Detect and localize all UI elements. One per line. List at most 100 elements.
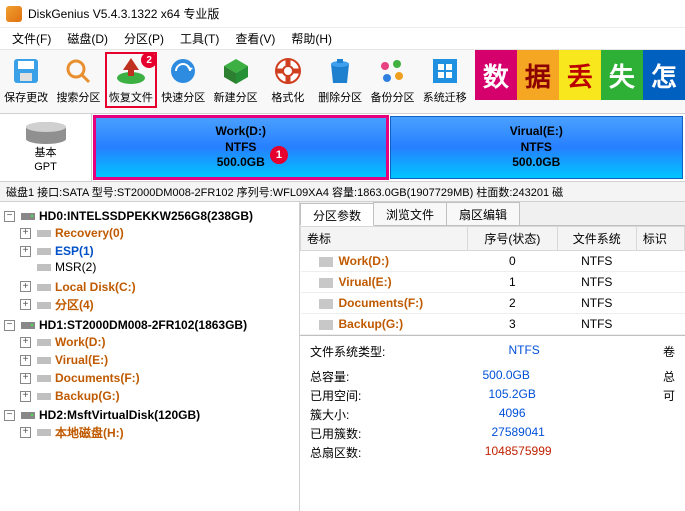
tree-part4[interactable]: +分区(4) <box>20 296 94 313</box>
disk-map-header: 基本GPT <box>0 114 92 181</box>
disk-type-label-1: 基本 <box>35 147 57 159</box>
save-label: 保存更改 <box>4 89 48 105</box>
totsec-label: 总扇区数: <box>310 444 361 461</box>
recover-file-button[interactable]: 2 恢复文件 <box>105 52 158 108</box>
newpart-label: 新建分区 <box>214 89 258 105</box>
table-row[interactable]: Virual(E:)1NTFS <box>301 272 685 293</box>
partition-bar: Work(D:) NTFS 500.0GB 1 Virual(E:) NTFS … <box>92 114 685 181</box>
title-bar: DiskGenius V5.4.3.1322 x64 专业版 <box>0 0 685 28</box>
system-migrate-button[interactable]: 系统迁移 <box>419 52 471 108</box>
table-row[interactable]: Documents(F:)2NTFS <box>301 293 685 314</box>
disk-map: 基本GPT Work(D:) NTFS 500.0GB 1 Virual(E:)… <box>0 114 685 182</box>
partition-size: 500.0GB <box>217 155 265 171</box>
search-label: 搜索分区 <box>56 89 100 105</box>
tree-hd0[interactable]: −HD0:INTELSSDPEKKW256G8(238GB) <box>4 209 253 223</box>
tree-backup-g[interactable]: +Backup(G:) <box>20 389 120 403</box>
backup-label: 备份分区 <box>370 89 414 105</box>
main-split: −HD0:INTELSSDPEKKW256G8(238GB) +Recovery… <box>0 202 685 511</box>
tab-browse-files[interactable]: 浏览文件 <box>373 202 447 225</box>
save-button[interactable]: 保存更改 <box>0 52 52 108</box>
banner-char-1: 数 <box>475 50 517 100</box>
new-partition-button[interactable]: 新建分区 <box>209 52 261 108</box>
table-row[interactable]: Backup(G:)3NTFS <box>301 314 685 335</box>
tree-hd2[interactable]: −HD2:MsftVirtualDisk(120GB) <box>4 408 200 422</box>
partition-size: 500.0GB <box>512 155 560 171</box>
banner: 数 据 丢 失 怎 <box>475 50 685 100</box>
delete-partition-button[interactable]: 删除分区 <box>314 52 366 108</box>
quick-label: 快速分区 <box>161 89 205 105</box>
usedclu-value: 27589041 <box>491 425 544 442</box>
trash-icon <box>324 55 356 87</box>
tree-esp[interactable]: +ESP(1) <box>20 244 94 258</box>
banner-char-4: 失 <box>601 50 643 100</box>
cluster-value: 4096 <box>499 406 526 423</box>
menu-disk[interactable]: 磁盘(D) <box>59 28 116 49</box>
quick-partition-button[interactable]: 快速分区 <box>157 52 209 108</box>
partition-virual-e[interactable]: Virual(E:) NTFS 500.0GB <box>390 116 684 179</box>
tree-virual-e[interactable]: +Virual(E:) <box>20 353 108 367</box>
tree-hd1[interactable]: −HD1:ST2000DM008-2FR102(1863GB) <box>4 318 247 332</box>
search-partition-button[interactable]: 搜索分区 <box>52 52 104 108</box>
lifebuoy-icon <box>272 55 304 87</box>
window-title: DiskGenius V5.4.3.1322 x64 专业版 <box>28 5 219 22</box>
disk-icon <box>10 55 42 87</box>
menu-tools[interactable]: 工具(T) <box>172 28 227 49</box>
format-label: 格式化 <box>271 89 304 105</box>
partition-fs: NTFS <box>225 140 256 156</box>
disk-info-status: 磁盘1 接口:SATA 型号:ST2000DM008-2FR102 序列号:WF… <box>0 182 685 202</box>
totsec-value: 1048575999 <box>485 444 552 461</box>
tab-sector-edit[interactable]: 扇区编辑 <box>446 202 520 225</box>
partition-grid[interactable]: 卷标 序号(状态) 文件系统 标识 Work(D:)0NTFSVirual(E:… <box>300 226 685 335</box>
cap-trail: 总 <box>663 368 675 385</box>
cap-value: 500.0GB <box>482 368 529 385</box>
col-seq[interactable]: 序号(状态) <box>468 227 558 251</box>
vol-trail: 卷 <box>663 343 675 360</box>
menu-bar: 文件(F) 磁盘(D) 分区(P) 工具(T) 查看(V) 帮助(H) <box>0 28 685 50</box>
mark-1: 1 <box>270 146 288 164</box>
col-volume[interactable]: 卷标 <box>301 227 468 251</box>
fstype-value: NTFS <box>508 343 539 360</box>
usedclu-label: 已用簇数: <box>310 425 361 442</box>
tree-local-h[interactable]: +本地磁盘(H:) <box>20 424 124 441</box>
tree-work-d[interactable]: +Work(D:) <box>20 335 105 349</box>
partition-fs: NTFS <box>521 140 552 156</box>
menu-file[interactable]: 文件(F) <box>4 28 59 49</box>
logo-icon <box>6 6 22 22</box>
tab-partition-params[interactable]: 分区参数 <box>300 203 374 226</box>
backup-partition-button[interactable]: 备份分区 <box>366 52 418 108</box>
badge-2: 2 <box>141 52 157 68</box>
menu-view[interactable]: 查看(V) <box>227 28 283 49</box>
tree-local-c[interactable]: +Local Disk(C:) <box>20 280 136 294</box>
col-fs[interactable]: 文件系统 <box>557 227 636 251</box>
delete-label: 删除分区 <box>318 89 362 105</box>
partition-name: Work(D:) <box>216 124 266 140</box>
tree-documents-f[interactable]: +Documents(F:) <box>20 371 140 385</box>
menu-partition[interactable]: 分区(P) <box>116 28 172 49</box>
tree-hd1-label: HD1:ST2000DM008-2FR102(1863GB) <box>39 318 247 332</box>
table-row[interactable]: Work(D:)0NTFS <box>301 251 685 272</box>
tree-hd0-label: HD0:INTELSSDPEKKW256G8(238GB) <box>39 209 253 223</box>
menu-help[interactable]: 帮助(H) <box>283 28 340 49</box>
globe-arrow-icon <box>167 55 199 87</box>
toolbar: 保存更改 搜索分区 2 恢复文件 快速分区 新建分区 格式化 删除分区 备份分区… <box>0 50 685 114</box>
partition-work-d[interactable]: Work(D:) NTFS 500.0GB 1 <box>94 116 388 179</box>
palette-icon <box>376 55 408 87</box>
windows-icon <box>429 55 461 87</box>
used-label: 已用空间: <box>310 387 361 404</box>
disk-cylinder-icon <box>22 121 70 145</box>
used-trail: 可 <box>663 387 675 404</box>
used-value: 105.2GB <box>488 387 535 404</box>
banner-char-2: 据 <box>517 50 559 100</box>
col-ident[interactable]: 标识 <box>636 227 684 251</box>
details-pane: 文件系统类型:NTFS卷 总容量:500.0GB总 已用空间:105.2GB可 … <box>300 335 685 468</box>
tree-pane[interactable]: −HD0:INTELSSDPEKKW256G8(238GB) +Recovery… <box>0 202 300 511</box>
tree-hd2-label: HD2:MsftVirtualDisk(120GB) <box>39 408 200 422</box>
cap-label: 总容量: <box>310 368 349 385</box>
format-button[interactable]: 格式化 <box>262 52 314 108</box>
tree-recovery[interactable]: +Recovery(0) <box>20 226 124 240</box>
magnifier-icon <box>62 55 94 87</box>
tree-msr[interactable]: MSR(2) <box>20 260 96 274</box>
banner-char-5: 怎 <box>643 50 685 100</box>
tabs: 分区参数 浏览文件 扇区编辑 <box>300 202 685 226</box>
cube-icon <box>220 55 252 87</box>
